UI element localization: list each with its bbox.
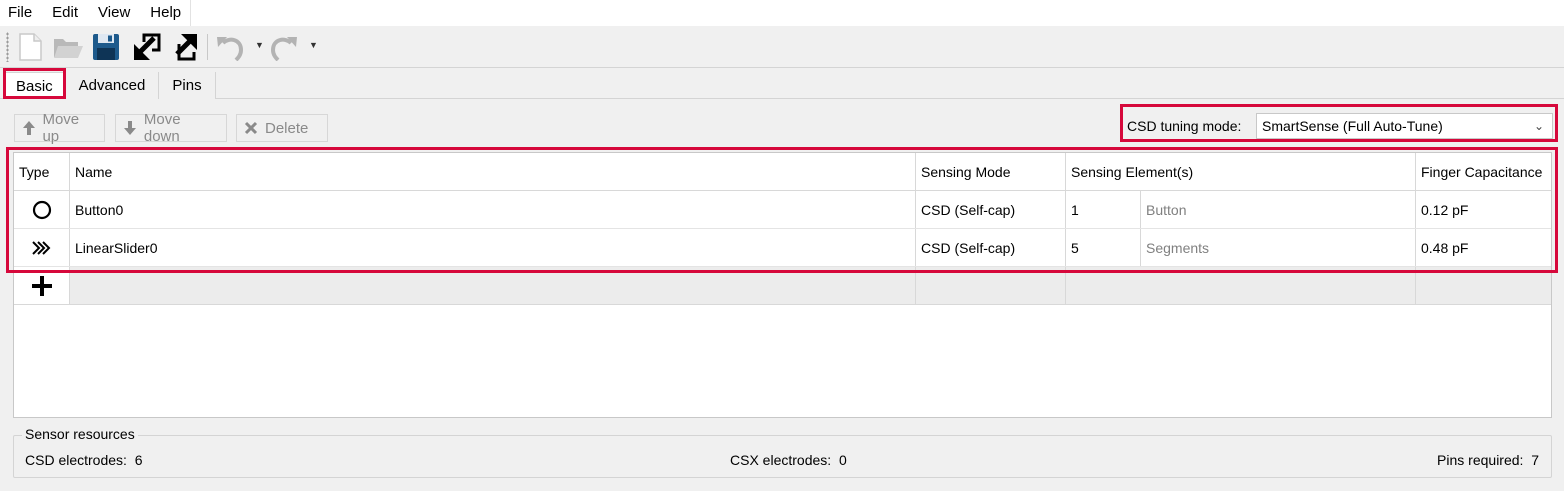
type-cell bbox=[14, 191, 70, 228]
export-button[interactable] bbox=[168, 31, 200, 63]
empty-cell bbox=[70, 267, 916, 304]
delete-x-icon bbox=[243, 120, 259, 136]
name-cell[interactable]: Button0 bbox=[70, 191, 916, 228]
arrow-down-icon bbox=[122, 120, 138, 136]
csx-electrodes-value: CSX electrodes: 0 bbox=[730, 452, 847, 468]
column-header-sensing-elements[interactable]: Sensing Element(s) bbox=[1066, 153, 1416, 190]
undo-button[interactable] bbox=[214, 31, 246, 63]
tab-pins[interactable]: Pins bbox=[159, 72, 215, 99]
sensor-resources-group: Sensor resources CSD electrodes: 6 CSX e… bbox=[13, 426, 1552, 478]
toolbar: ▼ ▼ bbox=[0, 26, 1564, 68]
add-widget-button[interactable] bbox=[14, 267, 70, 304]
pins-required-value: Pins required: 7 bbox=[1437, 452, 1539, 468]
basic-tab-panel: Move up Move down Delete CSD tuning mode… bbox=[0, 99, 1564, 491]
move-up-label: Move up bbox=[42, 111, 80, 145]
move-down-button[interactable]: Move down bbox=[115, 111, 227, 145]
move-down-label: Move down bbox=[143, 111, 181, 145]
import-button[interactable] bbox=[131, 31, 163, 63]
button-circle-icon bbox=[32, 200, 51, 219]
element-type-cell: Segments bbox=[1141, 229, 1416, 266]
element-count-cell[interactable]: 1 bbox=[1066, 191, 1141, 228]
column-header-finger-capacitance[interactable]: Finger Capacitance bbox=[1416, 153, 1551, 190]
empty-cell bbox=[1066, 267, 1416, 304]
column-header-type[interactable]: Type bbox=[14, 153, 70, 190]
tab-bar: Basic Advanced Pins bbox=[0, 69, 1564, 100]
finger-capacitance-cell[interactable]: 0.48 pF bbox=[1416, 229, 1551, 266]
save-icon bbox=[93, 34, 119, 60]
tuning-mode-select[interactable]: SmartSense (Full Auto-Tune) ⌄ bbox=[1256, 113, 1553, 139]
tuning-mode-label: CSD tuning mode: bbox=[1127, 118, 1242, 134]
tab-basic[interactable]: Basic bbox=[3, 72, 65, 100]
redo-dropdown-icon[interactable]: ▼ bbox=[309, 40, 318, 50]
element-count-cell[interactable]: 5 bbox=[1066, 229, 1141, 266]
redo-button[interactable] bbox=[268, 31, 300, 63]
widget-table: Type Name Sensing Mode Sensing Element(s… bbox=[13, 152, 1552, 418]
plus-icon bbox=[31, 275, 52, 296]
add-widget-row bbox=[14, 267, 1551, 305]
slider-chevrons-icon bbox=[31, 240, 50, 255]
export-icon bbox=[175, 34, 197, 61]
column-header-sensing-mode[interactable]: Sensing Mode bbox=[916, 153, 1066, 190]
menu-view[interactable]: View bbox=[88, 0, 140, 26]
menu-file[interactable]: File bbox=[0, 0, 42, 26]
new-file-icon bbox=[19, 33, 42, 61]
move-up-button[interactable]: Move up bbox=[14, 111, 105, 145]
undo-dropdown-icon[interactable]: ▼ bbox=[255, 40, 264, 50]
table-row[interactable]: Button0 CSD (Self-cap) 1 Button 0.12 pF bbox=[14, 191, 1551, 229]
redo-icon bbox=[270, 37, 297, 61]
tab-divider bbox=[215, 72, 216, 99]
sensing-mode-cell[interactable]: CSD (Self-cap) bbox=[916, 229, 1066, 266]
name-cell[interactable]: LinearSlider0 bbox=[70, 229, 916, 266]
save-button[interactable] bbox=[90, 31, 122, 63]
delete-label: Delete bbox=[265, 119, 309, 137]
empty-cell bbox=[916, 267, 1066, 304]
open-button[interactable] bbox=[52, 31, 84, 63]
tab-advanced[interactable]: Advanced bbox=[66, 72, 158, 99]
chevron-down-icon: ⌄ bbox=[1533, 119, 1544, 133]
open-folder-icon bbox=[54, 39, 83, 58]
csd-electrodes-value: CSD electrodes: 6 bbox=[25, 452, 143, 468]
menu-divider bbox=[190, 0, 191, 26]
toolbar-grip[interactable] bbox=[6, 32, 9, 62]
undo-icon bbox=[217, 37, 244, 61]
menu-help[interactable]: Help bbox=[140, 0, 191, 26]
table-row[interactable]: LinearSlider0 CSD (Self-cap) 5 Segments … bbox=[14, 229, 1551, 267]
menu-edit[interactable]: Edit bbox=[42, 0, 88, 26]
new-file-button[interactable] bbox=[14, 31, 46, 63]
element-type-cell: Button bbox=[1141, 191, 1416, 228]
menu-bar: File Edit View Help bbox=[0, 0, 1564, 26]
arrow-up-icon bbox=[21, 120, 36, 136]
tuning-mode-value: SmartSense (Full Auto-Tune) bbox=[1262, 118, 1443, 134]
empty-cell bbox=[1416, 267, 1551, 304]
toolbar-separator bbox=[207, 34, 208, 60]
finger-capacitance-cell[interactable]: 0.12 pF bbox=[1416, 191, 1551, 228]
column-header-name[interactable]: Name bbox=[70, 153, 916, 190]
delete-button[interactable]: Delete bbox=[236, 114, 328, 142]
import-icon bbox=[134, 33, 161, 60]
type-cell bbox=[14, 229, 70, 266]
table-header: Type Name Sensing Mode Sensing Element(s… bbox=[14, 153, 1551, 191]
sensing-mode-cell[interactable]: CSD (Self-cap) bbox=[916, 191, 1066, 228]
sensor-resources-title: Sensor resources bbox=[22, 426, 138, 442]
